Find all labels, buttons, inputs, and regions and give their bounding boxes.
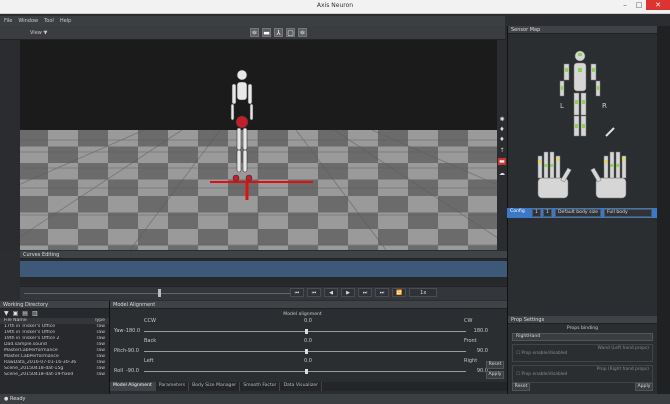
left-label: L	[560, 102, 564, 110]
status-icon: ●	[4, 396, 9, 402]
sensor-map-panel: Sensor Map L R	[507, 26, 657, 316]
roll-slider[interactable]: Roll -90.0 90.0	[114, 366, 494, 376]
reverse-play-button[interactable]: ◀	[324, 288, 338, 297]
menu-window[interactable]: Window	[18, 18, 38, 24]
next-key-button[interactable]: ⏭	[358, 288, 372, 297]
prop-reset-button[interactable]: Reset	[512, 383, 530, 391]
bottom-tab-bar: Model Alignment Parameters Body Size Man…	[110, 382, 507, 391]
right-label: R	[602, 102, 607, 110]
num-field-1[interactable]: 1	[532, 209, 541, 217]
curves-panel-title: Curves Editing	[20, 251, 507, 259]
prop-enable-checkbox[interactable]: ☐ Prop enable/disabled	[516, 372, 649, 377]
viewport-tool-strip: ✺ ♦ ♦ ↑ ▬ ☁	[497, 40, 507, 250]
figure-view-button[interactable]: ⅄	[274, 28, 283, 37]
mesh-view-button[interactable]: ▬	[262, 28, 271, 37]
first-frame-button[interactable]: ⏮	[290, 288, 304, 297]
curves-panel: Curves Editing	[20, 251, 507, 285]
num-field-2[interactable]: 1	[543, 209, 552, 217]
yaw-slider[interactable]: Yaw -180.0 180.0	[114, 326, 494, 336]
transport-controls: ⏮ ⏮ ◀ ▶ ⏭ ⏭ 🔁 1x	[290, 288, 438, 297]
menu-help[interactable]: Help	[60, 18, 71, 24]
roll-slider-knob[interactable]	[305, 369, 308, 374]
menu-file[interactable]: File	[4, 18, 12, 24]
sensor-figure[interactable]: L R	[508, 38, 658, 218]
view-dropdown[interactable]: View ▼	[30, 30, 47, 36]
save-icon[interactable]: ▤	[22, 310, 28, 317]
play-button[interactable]: ▶	[341, 288, 355, 297]
up-arrow-icon[interactable]: ↑	[498, 147, 506, 154]
sensor-map-controls: Config 1 1 Default body size Full body	[507, 208, 657, 218]
last-frame-button[interactable]: ⏭	[375, 288, 389, 297]
body-size-select[interactable]: Default body size	[555, 209, 601, 217]
config-label: Config	[510, 209, 525, 214]
props-binding-heading: Props binding	[566, 326, 599, 331]
box-view-button[interactable]: ▢	[286, 28, 295, 37]
marker-icon[interactable]: ♦	[498, 126, 506, 133]
prop-settings-title: Prop Settings	[508, 316, 657, 324]
tab-body-size-manager[interactable]: Body Size Manager	[189, 382, 241, 391]
prop-apply-button[interactable]: Apply	[635, 383, 653, 391]
tab-parameters[interactable]: Parameters	[156, 382, 190, 391]
folder-icon[interactable]: ▣	[13, 310, 19, 317]
prop-target-select[interactable]: RightHand	[512, 333, 653, 341]
3d-viewport[interactable]	[20, 40, 497, 250]
left-gutter	[0, 40, 20, 250]
minimize-button[interactable]: –	[618, 0, 632, 10]
timeline-scrubber[interactable]	[158, 289, 161, 297]
right-scrollbar[interactable]	[657, 26, 670, 394]
maximize-button[interactable]: □	[632, 0, 646, 10]
skeleton-view-button[interactable]: ⚛	[250, 28, 259, 37]
yaw-slider-knob[interactable]	[305, 329, 308, 334]
menu-bar: File Window Tool Help	[0, 16, 505, 26]
working-directory-panel: Working Directory ▼ ▣ ▤ ▥ File Name Type…	[0, 301, 110, 396]
window-title: Axis Neuron	[316, 2, 354, 9]
tab-smooth-factor[interactable]: Smooth Factor	[240, 382, 281, 391]
filter-icon[interactable]: ▼	[4, 310, 9, 317]
pitch-slider[interactable]: Pitch -90.0 90.0	[114, 346, 494, 356]
tab-data-visualizer[interactable]: Data Visualizer	[280, 382, 322, 391]
body-type-select[interactable]: Full body	[604, 209, 652, 217]
view-mode-buttons: ⚛ ▬ ⅄ ▢ ⚛	[250, 28, 307, 37]
chevron-down-icon: ▼	[43, 30, 48, 36]
sensor-map-title: Sensor Map	[508, 26, 657, 34]
title-bar: Axis Neuron – □ ✕	[0, 0, 670, 14]
model-alignment-title: Model Alignment	[110, 301, 507, 309]
close-button[interactable]: ✕	[646, 0, 670, 10]
marker-2-icon[interactable]: ♦	[498, 136, 506, 143]
floor-icon[interactable]: ▬	[498, 158, 506, 165]
menu-tool[interactable]: Tool	[44, 18, 54, 24]
wand-enable-checkbox[interactable]: ☐ Prop enable/disabled	[516, 351, 649, 356]
status-bar: ● Ready	[0, 394, 670, 404]
wrench-icon	[605, 127, 615, 137]
model-alignment-heading: Model alignment	[283, 312, 322, 317]
reset-button[interactable]: Reset	[486, 361, 504, 369]
apply-button[interactable]: Apply	[486, 371, 504, 379]
scene-icon[interactable]: ✺	[498, 116, 506, 123]
delete-icon[interactable]: ▥	[32, 310, 38, 317]
pitch-slider-knob[interactable]	[305, 349, 308, 354]
loop-button[interactable]: 🔁	[392, 288, 407, 297]
working-directory-title: Working Directory	[0, 301, 109, 309]
tab-model-alignment[interactable]: Model Alignment	[110, 382, 156, 391]
prop-settings-panel: Prop Settings Props binding RightHand Wa…	[507, 316, 657, 394]
speed-select[interactable]: 1x	[409, 288, 438, 297]
list-item[interactable]: Scene_20150418-dat-19-fixed raw	[0, 372, 109, 378]
view-dropdown-label: View	[30, 30, 42, 36]
viewport-scene	[20, 40, 497, 250]
curve-waveform[interactable]	[20, 261, 507, 277]
cloud-icon[interactable]: ☁	[498, 170, 506, 177]
sensor-view-button[interactable]: ⚛	[298, 28, 307, 37]
left-hand	[537, 151, 572, 199]
status-text: Ready	[9, 396, 26, 402]
prev-key-button[interactable]: ⏮	[307, 288, 321, 297]
right-hand	[590, 151, 627, 199]
